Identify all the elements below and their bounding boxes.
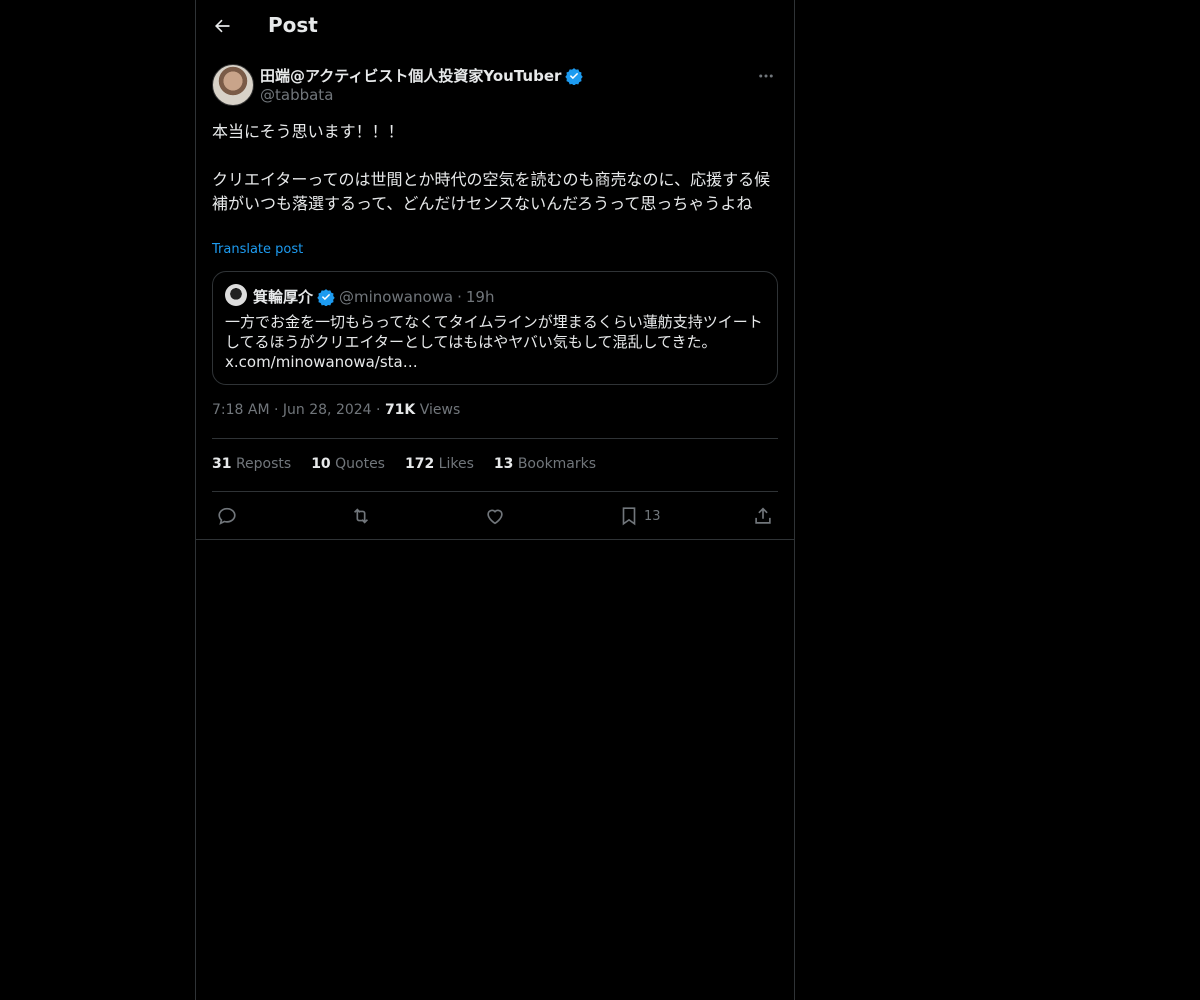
engagement-stats: 31 Reposts 10 Quotes 172 Likes 13 Bookma… (212, 456, 596, 472)
share-icon (755, 507, 771, 524)
author-handle[interactable]: @tabbata (260, 86, 333, 104)
quote-avatar (225, 284, 247, 306)
more-options-button[interactable] (754, 64, 778, 88)
quote-text: 一方でお金を一切もらってなくてタイムラインが埋まるくらい蓮舫支持ツイートしてるほ… (225, 312, 765, 372)
translate-post-link[interactable]: Translate post (212, 242, 303, 257)
arrow-left-icon (215, 19, 230, 33)
post-timestamp: 7:18 AM · Jun 28, 2024 · 71K Views (212, 402, 460, 418)
bookmark-button[interactable]: 13 (618, 502, 661, 530)
divider (212, 438, 778, 439)
reply-button[interactable] (216, 502, 238, 530)
quotes-stat[interactable]: 10 Quotes (311, 456, 385, 472)
repost-icon (353, 508, 369, 524)
heart-icon (487, 509, 503, 525)
reposts-stat[interactable]: 31 Reposts (212, 456, 291, 472)
post-bottom-divider (196, 539, 794, 540)
more-horizontal-icon (759, 74, 773, 78)
repost-button[interactable] (350, 502, 372, 530)
likes-stat[interactable]: 172 Likes (405, 456, 474, 472)
verified-badge-icon (317, 288, 335, 306)
quoted-post[interactable]: 箕輪厚介 @minowanowa · 19h 一方でお金を一切もらってなくてタイ… (212, 271, 778, 385)
action-bar: 13 (212, 502, 778, 530)
quote-author-handle: @minowanowa (339, 287, 454, 306)
page-title: Post (268, 13, 318, 37)
back-button[interactable] (208, 12, 236, 40)
reply-icon (218, 507, 236, 525)
author-name[interactable]: 田端@アクティビスト個人投資家YouTuber (260, 65, 584, 86)
quote-separator: · (457, 287, 462, 306)
quote-body: 一方でお金を一切もらってなくてタイムラインが埋まるくらい蓮舫支持ツイートしてるほ… (225, 313, 763, 351)
like-button[interactable] (484, 502, 506, 530)
verified-badge-icon (565, 67, 584, 85)
post-date[interactable]: Jun 28, 2024 (283, 402, 372, 418)
meta-dot: · (376, 402, 381, 418)
meta-dot: · (274, 402, 279, 418)
views-count: 71K (384, 402, 416, 418)
views-label: Views (419, 402, 461, 418)
post-time[interactable]: 7:18 AM (212, 402, 270, 418)
share-button[interactable] (752, 502, 774, 530)
bookmarks-stat[interactable]: 13 Bookmarks (494, 456, 596, 472)
avatar[interactable] (212, 64, 254, 106)
page-header: Post (196, 0, 794, 53)
bookmark-count: 13 (644, 508, 661, 524)
quote-link[interactable]: x.com/minowanowa/sta… (225, 353, 418, 371)
quote-age: 19h (465, 287, 495, 306)
divider (212, 491, 778, 492)
author-name-text: 田端@アクティビスト個人投資家YouTuber (260, 67, 562, 85)
timeline-column: Post 田端@アクティビスト個人投資家YouTuber @tabbata 本当… (195, 0, 795, 1000)
post-text: 本当にそう思います！！！ クリエイターってのは世間とか時代の空気を読むのも商売な… (212, 122, 771, 213)
quote-header: 箕輪厚介 @minowanowa · 19h (253, 286, 494, 307)
bookmark-icon (622, 507, 636, 526)
quote-author-name: 箕輪厚介 (253, 288, 314, 306)
